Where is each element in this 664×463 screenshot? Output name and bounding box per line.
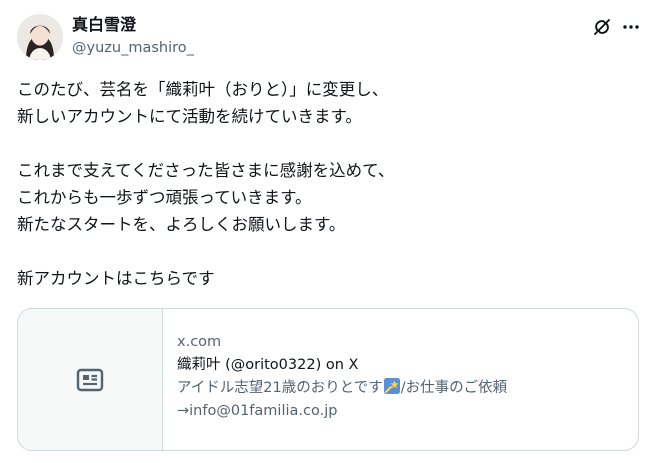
tweet-line: 新アカウントはこちらです	[17, 269, 215, 288]
tweet-line: 新しいアカウントにて活動を続けていきます。	[17, 107, 362, 126]
profile-photo	[17, 14, 63, 60]
card-description: アイドル志望21歳のおりとです/お仕事のご依頼→info@01familia.c…	[177, 377, 617, 423]
shooting-star-emoji	[383, 378, 400, 394]
tweet-text: このたび、芸名を「織莉叶（おりと）」に変更し、 新しいアカウントにて活動を続けて…	[17, 76, 647, 292]
grok-button[interactable]	[590, 15, 614, 39]
more-button[interactable]	[620, 15, 642, 39]
card-domain: x.com	[177, 334, 222, 350]
display-name[interactable]: 真白雪澄	[72, 15, 136, 35]
grok-icon	[594, 19, 610, 35]
tweet-line: 新たなスタートを、よろしくお願いします。	[17, 215, 346, 234]
handle[interactable]: @yuzu_mashiro_	[72, 39, 194, 57]
card-title: 織莉叶 (@orito0322) on X	[177, 357, 359, 373]
card-description-text: アイドル志望21歳のおりとです	[177, 380, 383, 396]
card-thumbnail	[18, 309, 163, 450]
tweet: 真白雪澄 @yuzu_mashiro_ このたび、芸名を「織莉叶（おりと）」に変…	[0, 0, 664, 463]
tweet-line: これからも一歩ずつ頑張っていきます。	[17, 188, 312, 207]
article-icon	[76, 368, 104, 391]
tweet-line: これまで支えてくださった皆さまに感謝を込めて、	[17, 161, 395, 180]
link-preview-card[interactable]: x.com 織莉叶 (@orito0322) on X アイドル志望21歳のおり…	[17, 308, 639, 451]
avatar[interactable]	[17, 14, 63, 60]
more-horizontal-icon	[623, 25, 639, 29]
card-body: x.com 織莉叶 (@orito0322) on X アイドル志望21歳のおり…	[177, 331, 627, 423]
tweet-line: このたび、芸名を「織莉叶（おりと）」に変更し、	[17, 80, 389, 99]
